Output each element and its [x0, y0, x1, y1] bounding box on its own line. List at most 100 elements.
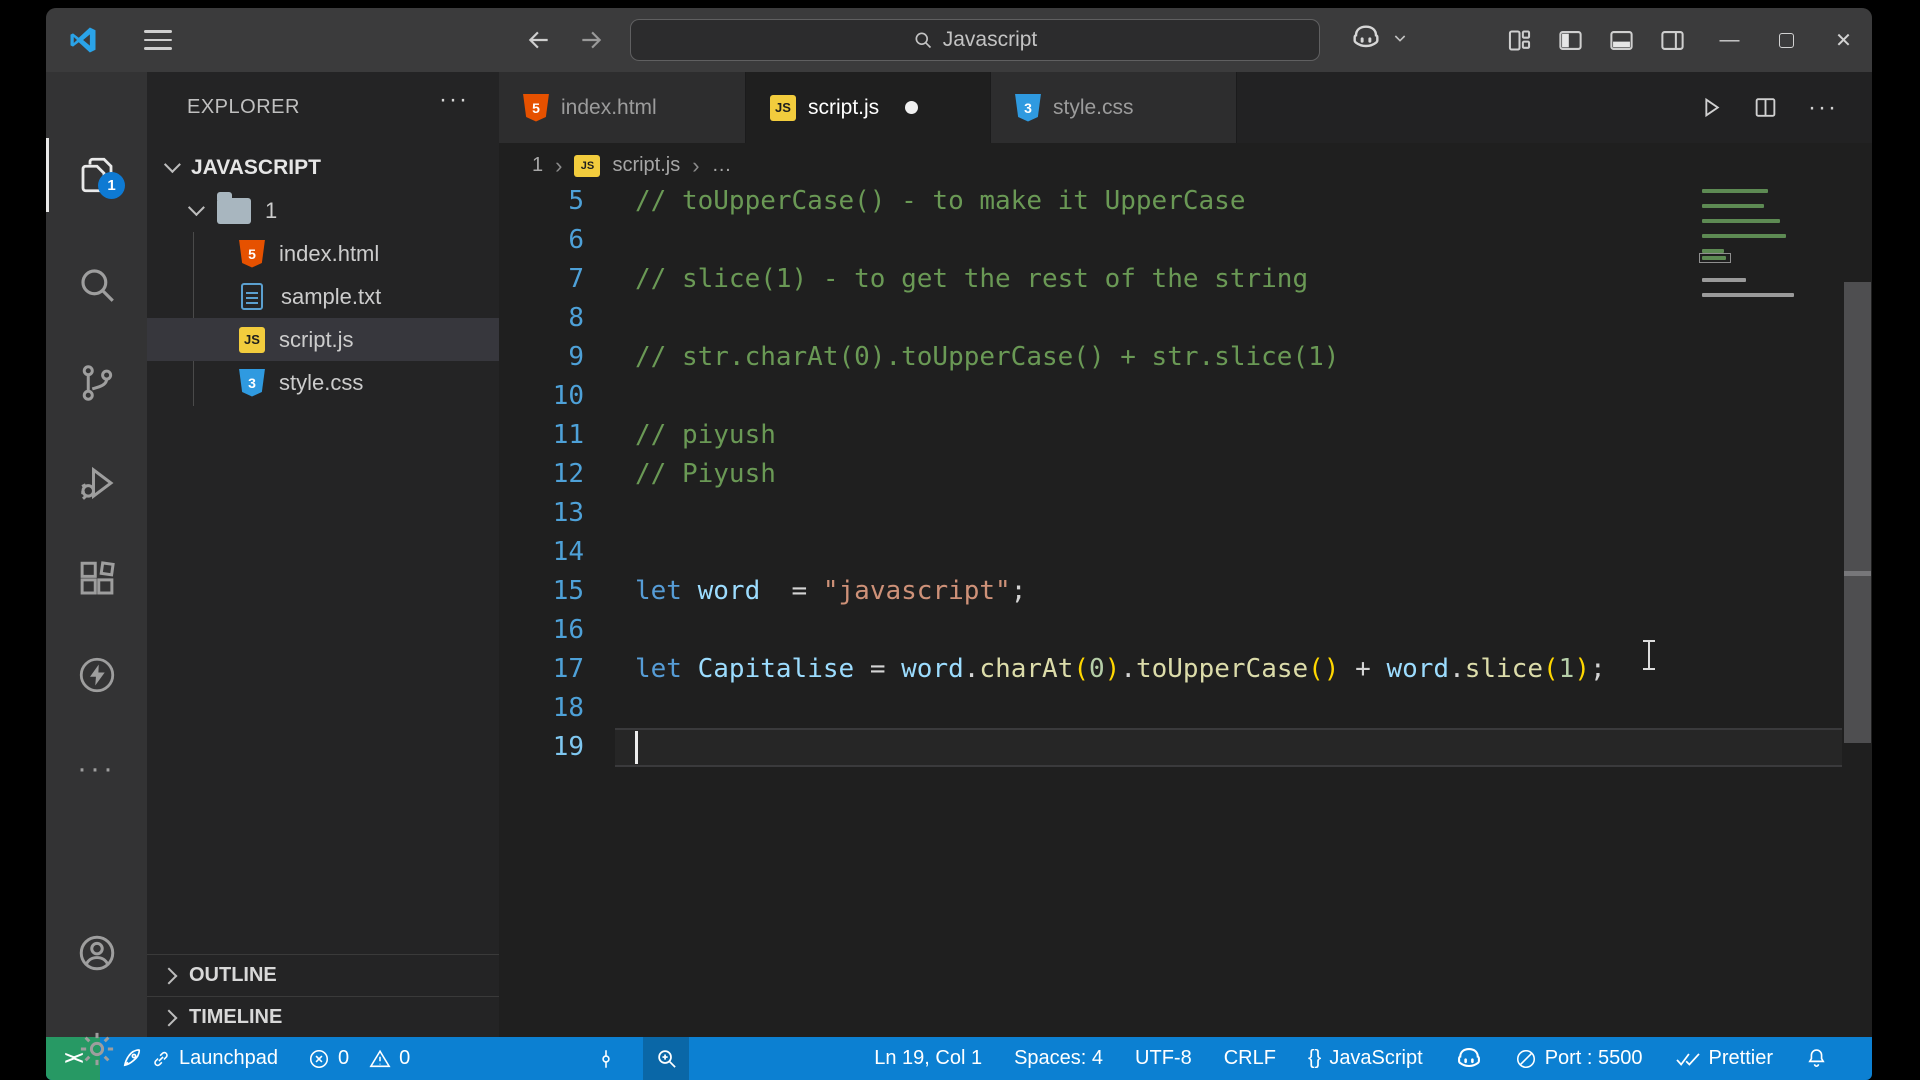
timeline-section[interactable]: TIMELINE	[147, 996, 499, 1038]
encoding-item[interactable]: UTF-8	[1135, 1047, 1192, 1070]
code-line-5[interactable]: 5// toUpperCase() - to make it UpperCase	[499, 188, 1872, 221]
indentation-item[interactable]: Spaces: 4	[1014, 1047, 1103, 1070]
accounts-button[interactable]	[46, 918, 147, 988]
chevron-down-icon	[1394, 35, 1406, 42]
tree-folder-1[interactable]: 1	[147, 189, 499, 232]
current-line-highlight	[615, 728, 1842, 767]
copilot-icon	[1353, 25, 1379, 48]
back-arrow-icon[interactable]	[526, 27, 552, 53]
code-line-9[interactable]: 9// str.charAt(0).toUpperCase() + str.sl…	[499, 338, 1872, 377]
sidebar-item-extensions[interactable]	[46, 544, 147, 614]
editor-scrollbar[interactable]	[1843, 72, 1872, 1037]
search-icon	[915, 32, 931, 49]
tab-label: script.js	[808, 95, 880, 119]
minimize-icon: —	[1719, 28, 1740, 51]
css-file-icon: 3	[1015, 93, 1041, 122]
copilot-menu[interactable]	[1350, 22, 1408, 54]
tree-file-style-css[interactable]: 3 style.css	[147, 361, 499, 404]
breadcrumb[interactable]: 1 › JS script.js › …	[499, 143, 1872, 188]
line-number: 7	[568, 264, 584, 294]
tree-root-javascript[interactable]: JAVASCRIPT	[147, 146, 499, 189]
modified-dot-icon[interactable]	[905, 101, 919, 114]
line-number: 12	[552, 459, 584, 489]
code-line-12[interactable]: 12// Piyush	[499, 455, 1872, 494]
tab-index-html[interactable]: 5 index.html	[499, 72, 746, 143]
zoom-status-cell[interactable]	[643, 1037, 690, 1080]
maximize-button[interactable]	[1758, 8, 1815, 72]
scrollbar-thumb[interactable]	[1844, 282, 1871, 743]
more-actions-icon[interactable]: ···	[1808, 94, 1838, 122]
file-label: script.js	[279, 326, 354, 352]
code-editor[interactable]: 5// toUpperCase() - to make it UpperCase…	[499, 188, 1872, 1037]
code-line-10[interactable]: 10	[499, 377, 1872, 416]
root-folder-label: JAVASCRIPT	[191, 155, 321, 179]
commit-marker-icon[interactable]	[595, 1048, 617, 1070]
code-line-13[interactable]: 13	[499, 494, 1872, 533]
close-button[interactable]: ✕	[1815, 8, 1872, 72]
code-line-15[interactable]: 15 let word = "javascript";	[499, 572, 1872, 611]
code-line-14[interactable]: 14	[499, 533, 1872, 572]
sidebar-item-search[interactable]	[46, 250, 147, 320]
code-line-11[interactable]: 11// piyush	[499, 416, 1872, 455]
code-line-17[interactable]: 17 let Capitalise = word.charAt(0).toUppe…	[499, 650, 1872, 689]
tab-script-js[interactable]: JS script.js	[746, 72, 991, 143]
sidebar-item-run-debug[interactable]	[46, 448, 147, 518]
line-number: 14	[552, 537, 584, 567]
chevron-right-icon	[160, 967, 178, 984]
code-line-6[interactable]: 6	[499, 221, 1872, 260]
run-file-icon[interactable]	[1698, 95, 1723, 120]
tree-file-index-html[interactable]: 5 index.html	[147, 232, 499, 275]
eol-item[interactable]: CRLF	[1224, 1047, 1276, 1070]
tree-file-script-js[interactable]: JS script.js	[147, 318, 499, 361]
minimize-button[interactable]: —	[1701, 8, 1758, 72]
language-mode-item[interactable]: {} JavaScript	[1308, 1047, 1423, 1070]
sidebar-item-thunder-client[interactable]	[46, 640, 147, 710]
breadcrumb-file[interactable]: script.js	[612, 154, 680, 177]
copilot-status-icon[interactable]	[1455, 1045, 1483, 1073]
menu-hamburger-icon[interactable]	[144, 30, 172, 50]
sidebar-item-explorer[interactable]: 1	[46, 140, 147, 210]
activity-more-actions[interactable]: ···	[46, 734, 147, 804]
cursor-position-item[interactable]: Ln 19, Col 1	[874, 1047, 982, 1070]
tab-bar: 5 index.html JS script.js 3 style.css ··…	[499, 72, 1872, 143]
split-editor-icon[interactable]	[1753, 95, 1778, 120]
problems-item[interactable]: 0 0	[308, 1047, 410, 1070]
chevron-down-icon	[187, 198, 205, 216]
line-number: 11	[552, 420, 584, 450]
line-number: 15	[552, 576, 584, 606]
breadcrumb-folder[interactable]: 1	[532, 154, 543, 177]
breadcrumb-separator: ›	[555, 152, 563, 178]
code-line-19[interactable]: 19	[499, 728, 1872, 767]
code-line-16[interactable]: 16	[499, 611, 1872, 650]
tab-style-css[interactable]: 3 style.css	[991, 72, 1237, 143]
sidebar-item-source-control[interactable]	[46, 348, 147, 418]
gear-icon	[80, 1032, 113, 1066]
timeline-label: TIMELINE	[189, 1006, 283, 1028]
explorer-more-actions[interactable]: ···	[439, 86, 469, 114]
toggle-secondary-sidebar-icon[interactable]	[1659, 27, 1686, 54]
braces-icon: {}	[1307, 1047, 1322, 1069]
outline-section[interactable]: OUTLINE	[147, 954, 499, 996]
toggle-primary-sidebar-icon[interactable]	[1557, 27, 1584, 54]
command-center-search[interactable]: Javascript	[630, 19, 1320, 61]
status-bar: >< Launchpad 0 0 Ln 19, Col 1 Spaces: 4 …	[46, 1037, 1872, 1080]
file-label: index.html	[279, 240, 380, 266]
breadcrumb-symbol-ellipsis[interactable]: …	[712, 154, 732, 177]
settings-button[interactable]	[46, 1014, 147, 1080]
html-file-icon: 5	[523, 93, 549, 122]
js-file-icon: JS	[770, 94, 796, 121]
code-line-18[interactable]: 18	[499, 689, 1872, 728]
tree-file-sample-txt[interactable]: sample.txt	[147, 275, 499, 318]
prettier-item[interactable]: Prettier	[1675, 1047, 1773, 1070]
live-server-port-item[interactable]: Port : 5500	[1515, 1047, 1643, 1070]
forward-arrow-icon[interactable]	[578, 27, 604, 53]
customize-layout-icon[interactable]	[1506, 27, 1533, 54]
editor-actions: ···	[1698, 72, 1838, 143]
toggle-panel-icon[interactable]	[1608, 27, 1635, 54]
code-line-7[interactable]: 7// slice(1) - to get the rest of the st…	[499, 260, 1872, 299]
code-line-8[interactable]: 8	[499, 299, 1872, 338]
notifications-bell-icon[interactable]	[1805, 1047, 1828, 1070]
text-cursor	[635, 731, 638, 764]
line-number: 16	[552, 615, 584, 645]
maximize-icon	[1779, 32, 1794, 48]
